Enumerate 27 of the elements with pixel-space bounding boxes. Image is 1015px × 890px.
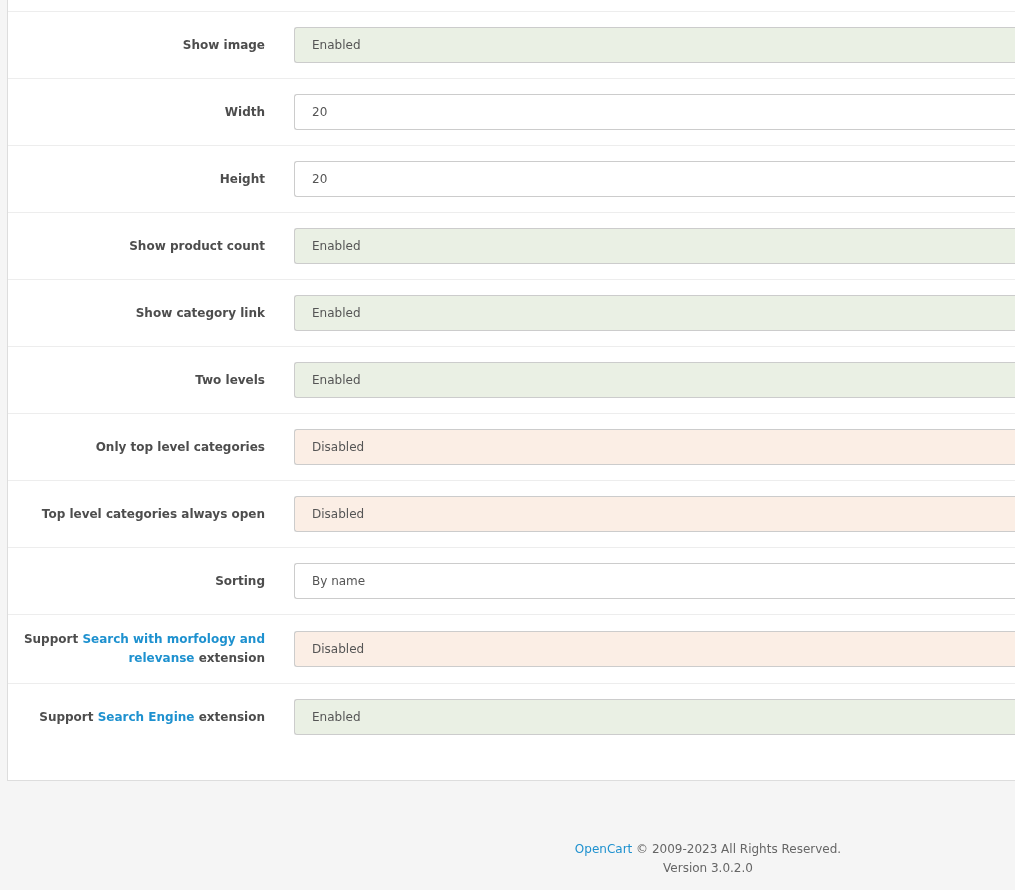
extension-link[interactable]: Search with morfology and (82, 632, 265, 646)
setting-label: Support Search Engine extension (38, 708, 265, 726)
select-field[interactable]: Disabled (294, 631, 1015, 667)
input-field[interactable]: 20 (294, 94, 1015, 130)
input-field[interactable]: 20 (294, 161, 1015, 197)
setting-label: Width (223, 103, 265, 121)
select-field[interactable]: By name (294, 563, 1015, 599)
setting-label: Support Search with morfology and relevanse extension (22, 631, 265, 667)
setting-label: Show product count (128, 237, 265, 255)
select-field[interactable]: Enabled (294, 27, 1015, 63)
select-field[interactable]: Disabled (294, 496, 1015, 532)
setting-label: Height (218, 170, 265, 188)
extension-link[interactable]: relevanse (128, 651, 195, 665)
copyright-text: OpenCart © 2009-2023 All Rights Reserved. (574, 841, 842, 858)
select-field[interactable]: Enabled (294, 362, 1015, 398)
setting-label: Show image (181, 36, 265, 54)
select-field[interactable]: Disabled (294, 429, 1015, 465)
setting-label: Two levels (194, 371, 265, 389)
setting-label: Only top level categories (94, 438, 265, 456)
select-field[interactable]: Enabled (294, 228, 1015, 264)
setting-label: Sorting (214, 572, 265, 590)
setting-label: Show category link (134, 304, 265, 322)
version-text: Version 3.0.2.0 (663, 860, 753, 877)
select-field[interactable]: Enabled (294, 699, 1015, 735)
setting-label: Top level categories always open (40, 505, 265, 523)
select-field[interactable]: Enabled (294, 295, 1015, 331)
extension-link[interactable]: Search Engine (97, 709, 195, 724)
